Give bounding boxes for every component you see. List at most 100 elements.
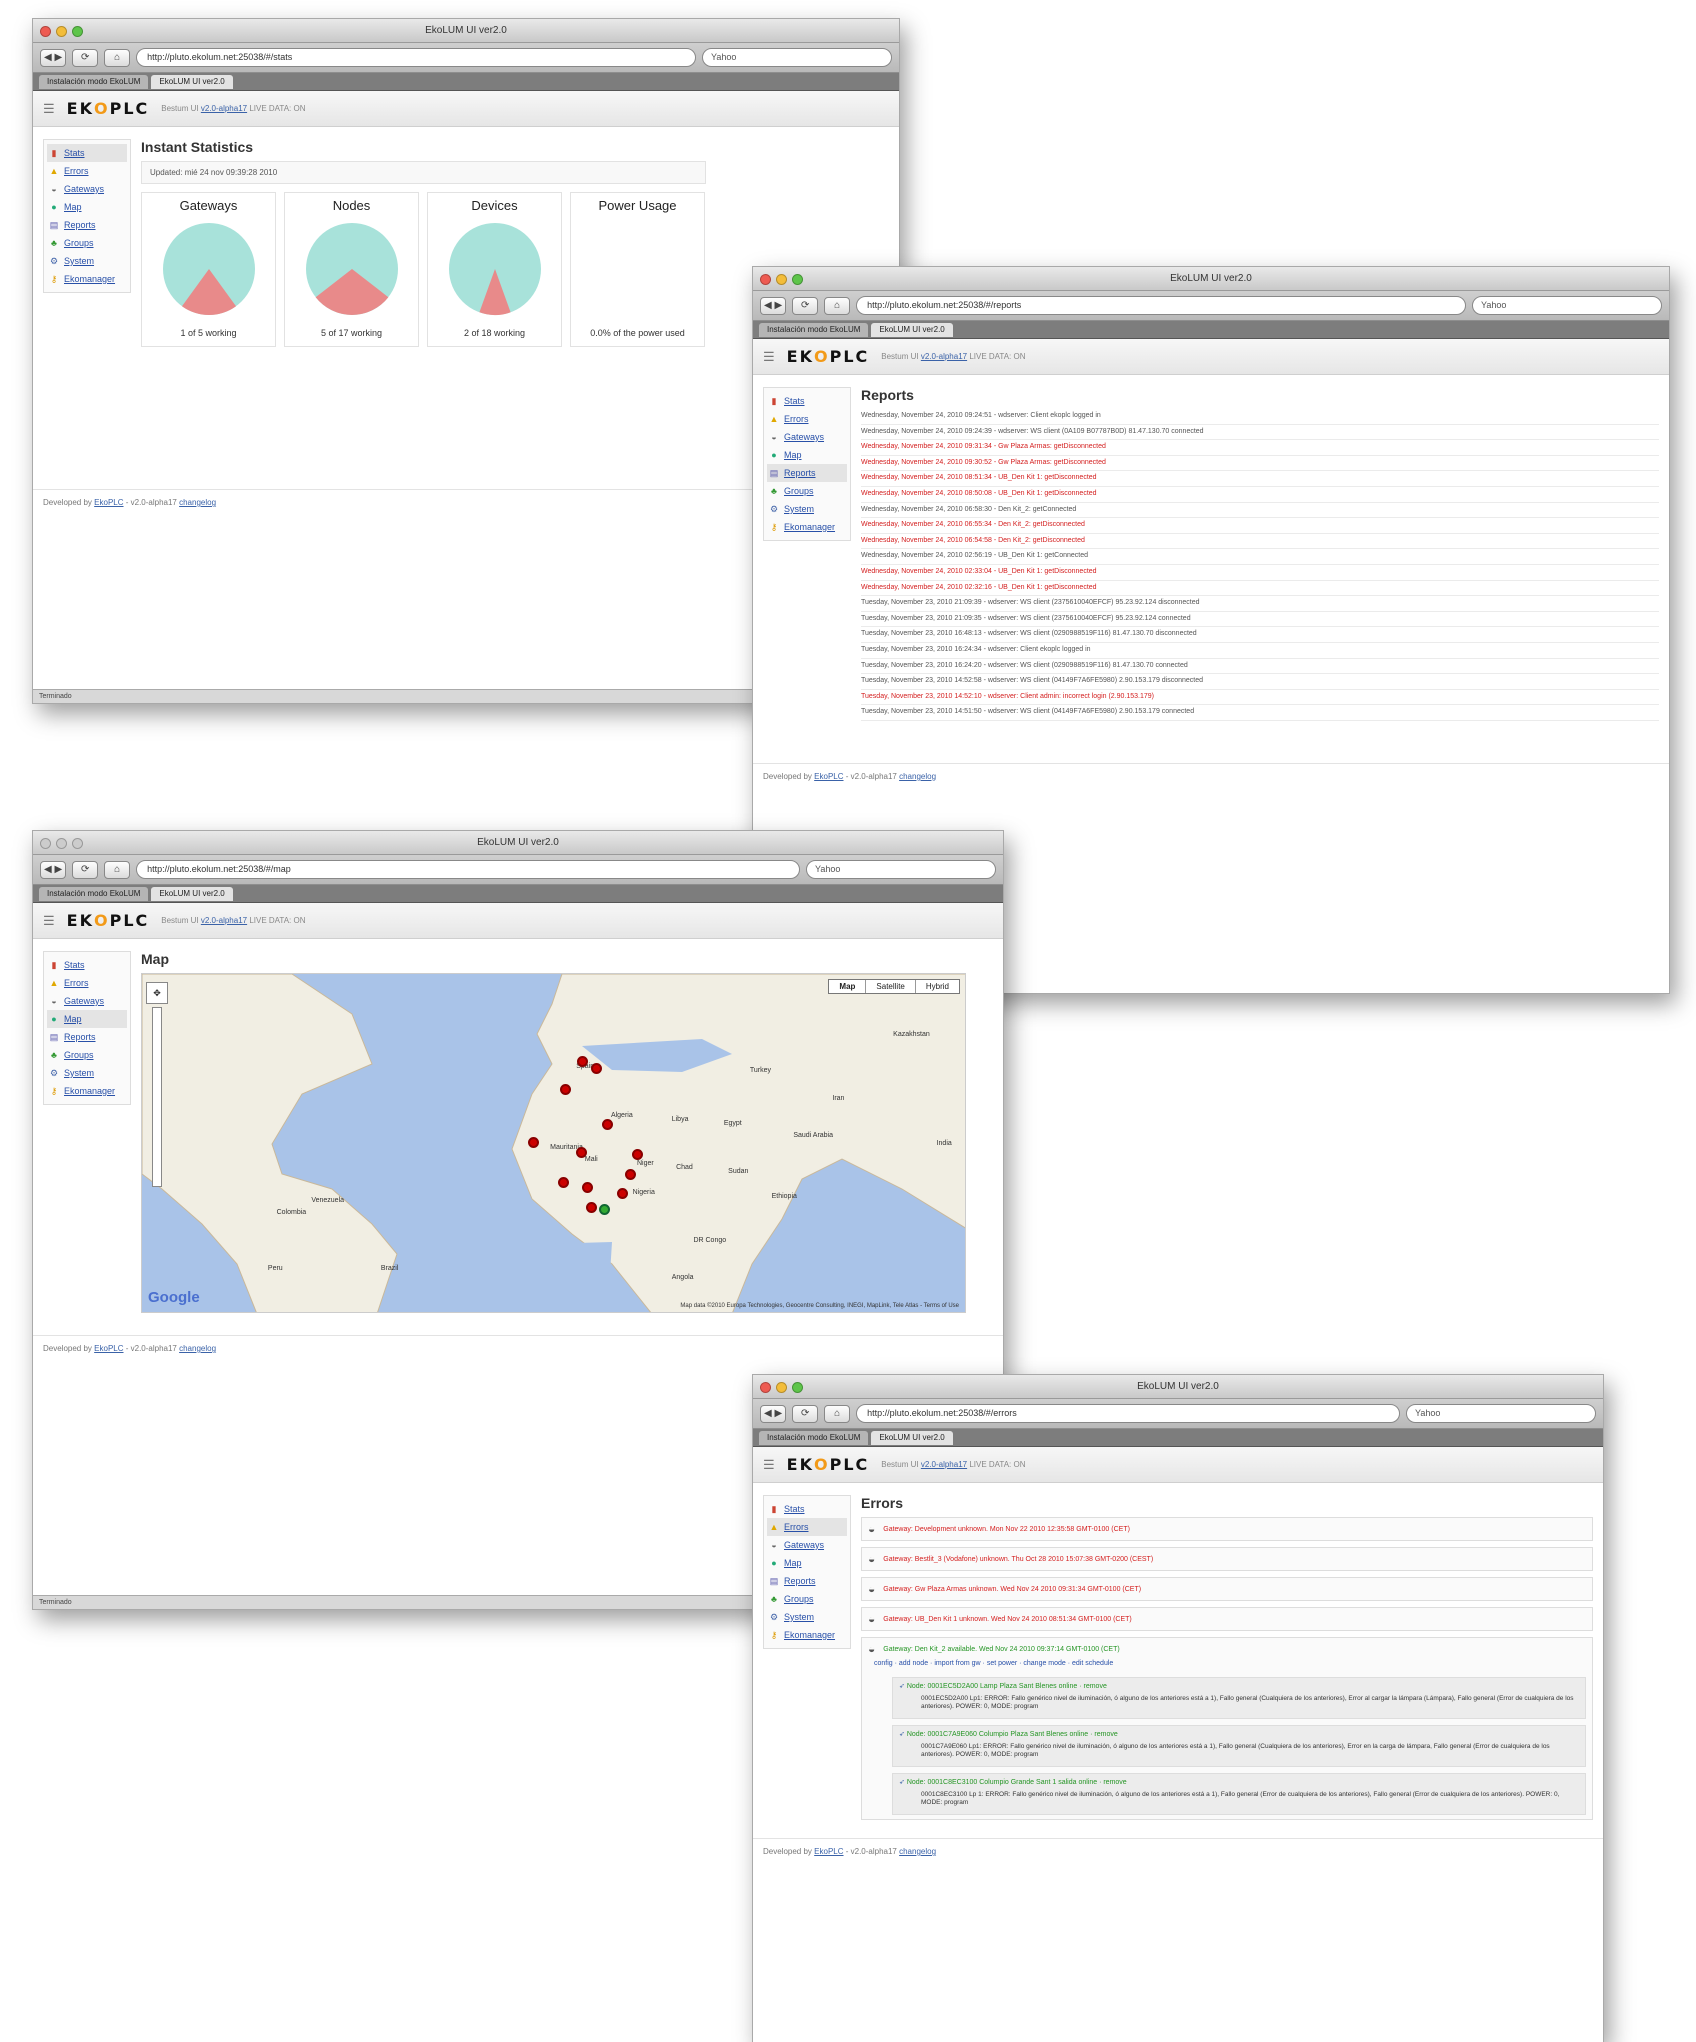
sidebar-item-groups[interactable]: ♣ Groups: [767, 1590, 847, 1608]
tab-instalacion[interactable]: Instalación modo EkoLUM: [759, 1430, 869, 1445]
sidebar-item-stats[interactable]: ▮ Stats: [767, 392, 847, 410]
changelog-link[interactable]: changelog: [179, 498, 216, 507]
footer-link[interactable]: EkoPLC: [94, 1344, 123, 1353]
sidebar-item-ekomanager[interactable]: ⚷ Ekomanager: [767, 518, 847, 536]
map-marker-error[interactable]: [527, 1136, 539, 1148]
tab-instalacion[interactable]: Instalación modo EkoLUM: [39, 74, 149, 89]
back-forward-button[interactable]: ◀ ▶: [40, 48, 67, 67]
footer-link[interactable]: EkoPLC: [814, 772, 843, 781]
sidebar-item-reports[interactable]: ▤ Reports: [47, 216, 127, 234]
tab-ekolum[interactable]: EkoLUM UI ver2.0: [151, 74, 233, 89]
tab-instalacion[interactable]: Instalación modo EkoLUM: [39, 886, 149, 901]
address-bar[interactable]: http://pluto.ekolum.net:25038/#/errors: [856, 1404, 1400, 1423]
world-map[interactable]: ✥ Map Satellite Hybrid Google Map data ©…: [141, 973, 966, 1313]
zoom-icon[interactable]: [792, 1382, 803, 1393]
sidebar-item-reports[interactable]: ▤ Reports: [767, 464, 847, 482]
tab-ekolum[interactable]: EkoLUM UI ver2.0: [871, 1430, 953, 1445]
node-item[interactable]: ➶ Node: 0001C7A9E060 Columpio Plaza Sant…: [892, 1725, 1586, 1767]
zoom-icon[interactable]: [72, 26, 83, 37]
search-field[interactable]: Yahoo: [1472, 296, 1662, 315]
map-marker-error[interactable]: [559, 1083, 571, 1095]
gateway-available-item[interactable]: ◒ Gateway: Den Kit_2 available. Wed Nov 2…: [861, 1637, 1593, 1820]
back-forward-button[interactable]: ◀ ▶: [760, 296, 787, 315]
gateway-error-item[interactable]: ◒ Gateway: Development unknown. Mon Nov 2…: [861, 1517, 1593, 1541]
menu-icon[interactable]: ☰: [43, 913, 55, 929]
zoom-icon[interactable]: [792, 274, 803, 285]
home-icon[interactable]: ⌂: [104, 48, 131, 67]
sidebar-item-system[interactable]: ⚙ System: [47, 252, 127, 270]
reload-icon[interactable]: ⟳: [72, 48, 99, 67]
sidebar-item-reports[interactable]: ▤ Reports: [767, 1572, 847, 1590]
sidebar-item-map[interactable]: ● Map: [47, 1010, 127, 1028]
sidebar-item-map[interactable]: ● Map: [767, 1554, 847, 1572]
minimize-icon[interactable]: [776, 274, 787, 285]
changelog-link[interactable]: changelog: [179, 1344, 216, 1353]
close-icon[interactable]: [760, 274, 771, 285]
map-marker-error[interactable]: [601, 1118, 613, 1130]
sidebar-item-gateways[interactable]: ◒ Gateways: [47, 992, 127, 1010]
close-icon[interactable]: [40, 26, 51, 37]
sidebar-item-stats[interactable]: ▮ Stats: [767, 1500, 847, 1518]
address-bar[interactable]: http://pluto.ekolum.net:25038/#/map: [136, 860, 800, 879]
gateway-error-item[interactable]: ◒ Gateway: UB_Den Kit 1 unknown. Wed Nov …: [861, 1607, 1593, 1631]
menu-icon[interactable]: ☰: [43, 101, 55, 117]
google-logo[interactable]: Google: [148, 1289, 200, 1306]
minimize-icon[interactable]: [776, 1382, 787, 1393]
zoom-icon[interactable]: [72, 838, 83, 849]
tab-ekolum[interactable]: EkoLUM UI ver2.0: [871, 322, 953, 337]
search-field[interactable]: Yahoo: [702, 48, 892, 67]
address-bar[interactable]: http://pluto.ekolum.net:25038/#/reports: [856, 296, 1466, 315]
changelog-link[interactable]: changelog: [899, 772, 936, 781]
sidebar-item-groups[interactable]: ♣ Groups: [767, 482, 847, 500]
sidebar-item-stats[interactable]: ▮ Stats: [47, 956, 127, 974]
search-field[interactable]: Yahoo: [806, 860, 996, 879]
sidebar-item-system[interactable]: ⚙ System: [767, 500, 847, 518]
reload-icon[interactable]: ⟳: [792, 296, 819, 315]
back-forward-button[interactable]: ◀ ▶: [760, 1404, 787, 1423]
close-icon[interactable]: [760, 1382, 771, 1393]
home-icon[interactable]: ⌂: [104, 860, 131, 879]
sidebar-item-ekomanager[interactable]: ⚷ Ekomanager: [47, 270, 127, 288]
sidebar-item-groups[interactable]: ♣ Groups: [47, 1046, 127, 1064]
sidebar-item-ekomanager[interactable]: ⚷ Ekomanager: [767, 1626, 847, 1644]
sidebar-item-gateways[interactable]: ◒ Gateways: [767, 1536, 847, 1554]
map-type-hybrid-button[interactable]: Hybrid: [914, 980, 959, 993]
footer-link[interactable]: EkoPLC: [94, 498, 123, 507]
address-bar[interactable]: http://pluto.ekolum.net:25038/#/stats: [136, 48, 696, 67]
footer-link[interactable]: EkoPLC: [814, 1847, 843, 1856]
menu-icon[interactable]: ☰: [763, 349, 775, 365]
node-item[interactable]: ➶ Node: 0001EC5D2A00 Lamp Plaza Sant Ble…: [892, 1677, 1586, 1719]
sidebar-item-ekomanager[interactable]: ⚷ Ekomanager: [47, 1082, 127, 1100]
pan-control[interactable]: ✥: [146, 982, 168, 1004]
tab-instalacion[interactable]: Instalación modo EkoLUM: [759, 322, 869, 337]
gateway-actions[interactable]: config · add node · import from gw · set…: [868, 1656, 1586, 1671]
sidebar-item-errors[interactable]: ▲ Errors: [767, 1518, 847, 1536]
sidebar-item-map[interactable]: ● Map: [47, 198, 127, 216]
map-type-map-button[interactable]: Map: [829, 980, 866, 993]
gateway-error-item[interactable]: ◒ Gateway: Bestlit_3 (Vodafone) unknown. …: [861, 1547, 1593, 1571]
sidebar-item-gateways[interactable]: ◒ Gateways: [767, 428, 847, 446]
map-marker-error[interactable]: [582, 1181, 594, 1193]
close-icon[interactable]: [40, 838, 51, 849]
zoom-control[interactable]: ✥: [146, 982, 168, 1190]
sidebar-item-system[interactable]: ⚙ System: [767, 1608, 847, 1626]
map-type-satellite-button[interactable]: Satellite: [865, 980, 915, 993]
menu-icon[interactable]: ☰: [763, 1457, 775, 1473]
minimize-icon[interactable]: [56, 838, 67, 849]
sidebar-item-errors[interactable]: ▲ Errors: [47, 162, 127, 180]
sidebar-item-gateways[interactable]: ◒ Gateways: [47, 180, 127, 198]
tab-ekolum[interactable]: EkoLUM UI ver2.0: [151, 886, 233, 901]
reload-icon[interactable]: ⟳: [72, 860, 99, 879]
sidebar-item-errors[interactable]: ▲ Errors: [767, 410, 847, 428]
reload-icon[interactable]: ⟳: [792, 1404, 819, 1423]
sidebar-item-errors[interactable]: ▲ Errors: [47, 974, 127, 992]
map-attribution[interactable]: Map data ©2010 Europa Technologies, Geoc…: [680, 1303, 959, 1309]
sidebar-item-system[interactable]: ⚙ System: [47, 1064, 127, 1082]
sidebar-item-map[interactable]: ● Map: [767, 446, 847, 464]
sidebar-item-stats[interactable]: ▮ Stats: [47, 144, 127, 162]
map-marker-error[interactable]: [616, 1187, 628, 1199]
minimize-icon[interactable]: [56, 26, 67, 37]
gateway-error-item[interactable]: ◒ Gateway: Gw Plaza Armas unknown. Wed No…: [861, 1577, 1593, 1601]
search-field[interactable]: Yahoo: [1406, 1404, 1596, 1423]
back-forward-button[interactable]: ◀ ▶: [40, 860, 67, 879]
